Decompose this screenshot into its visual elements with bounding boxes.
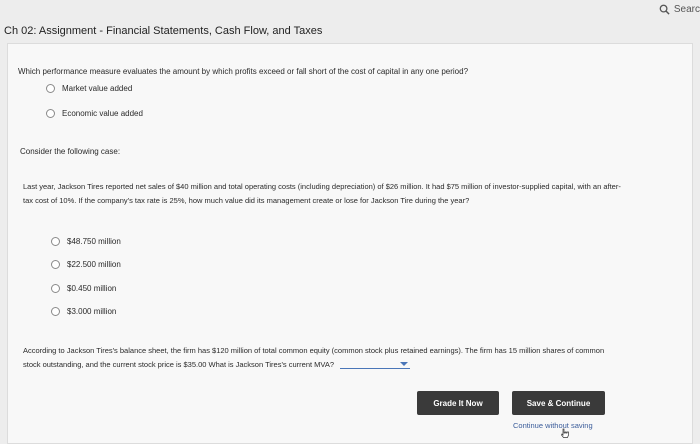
continue-without-saving-link[interactable]: Continue without saving xyxy=(513,421,593,430)
option-label: $0.450 million xyxy=(67,284,117,293)
radio-button[interactable] xyxy=(51,237,60,246)
option-label: $3.000 million xyxy=(67,307,117,316)
q2-option-2[interactable]: $22.500 million xyxy=(51,260,121,269)
question-1-prompt: Which performance measure evaluates the … xyxy=(18,67,469,76)
option-label: Economic value added xyxy=(62,109,143,118)
radio-button[interactable] xyxy=(46,109,55,118)
chevron-down-icon xyxy=(400,362,409,366)
question-3-paragraph: According to Jackson Tires's balance she… xyxy=(23,344,623,372)
assignment-card: Which performance measure evaluates the … xyxy=(7,43,693,444)
save-continue-button[interactable]: Save & Continue xyxy=(512,391,605,415)
q1-option-market-value-added[interactable]: Market value added xyxy=(46,84,132,93)
page-title: Ch 02: Assignment - Financial Statements… xyxy=(4,25,323,37)
q2-option-3[interactable]: $0.450 million xyxy=(51,284,116,293)
radio-button[interactable] xyxy=(51,284,60,293)
question-3-text: According to Jackson Tires's balance she… xyxy=(23,346,605,369)
option-label: Market value added xyxy=(62,84,133,93)
radio-button[interactable] xyxy=(51,260,60,269)
top-search[interactable]: Searc xyxy=(659,4,700,15)
search-icon xyxy=(659,4,670,15)
q2-option-1[interactable]: $48.750 million xyxy=(51,237,121,246)
option-label: $48.750 million xyxy=(67,237,121,246)
mva-dropdown[interactable] xyxy=(340,359,411,369)
option-label: $22.500 million xyxy=(67,260,121,269)
grade-it-now-button[interactable]: Grade It Now xyxy=(417,391,499,415)
question-2-paragraph: Last year, Jackson Tires reported net sa… xyxy=(23,182,621,205)
radio-button[interactable] xyxy=(46,84,55,93)
q2-option-4[interactable]: $3.000 million xyxy=(51,307,116,316)
cursor-icon xyxy=(561,428,569,438)
radio-button[interactable] xyxy=(51,307,60,316)
search-label: Searc xyxy=(673,4,700,15)
case-heading: Consider the following case: xyxy=(20,147,121,156)
q1-option-economic-value-added[interactable]: Economic value added xyxy=(46,109,143,118)
